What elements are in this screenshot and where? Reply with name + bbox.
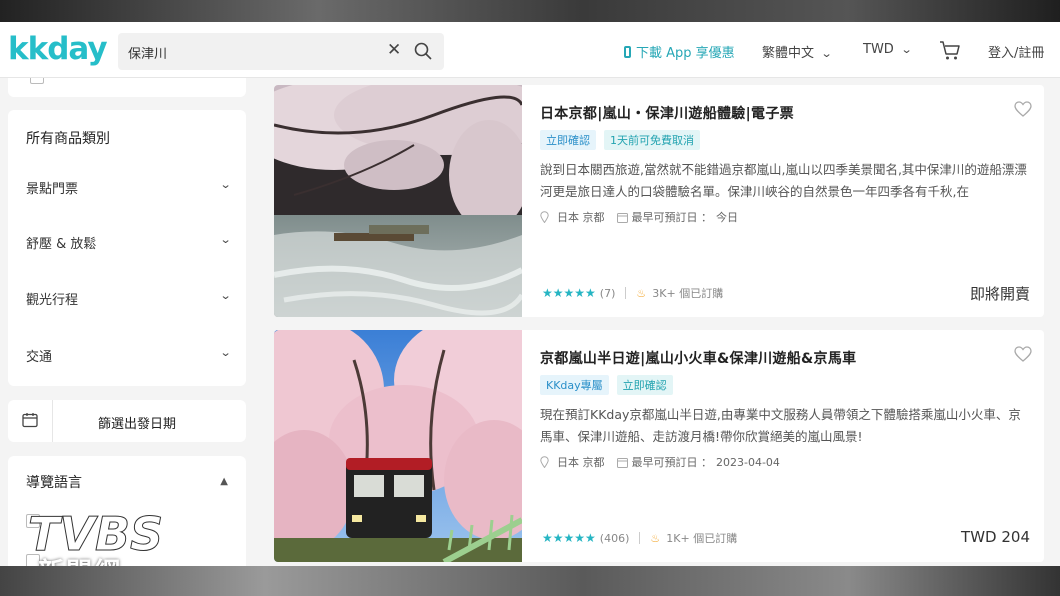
chevron-down-icon: ⌄ <box>900 43 913 56</box>
chevron-down-icon: ⌄ <box>219 233 232 246</box>
sidebar-item-label: 交通 <box>26 350 53 365</box>
product-title[interactable]: 京都嵐山半日遊|嵐山小火車&保津川遊船&京馬車 <box>540 348 856 368</box>
date-filter-label: 篩選出發日期 <box>98 417 177 432</box>
photo-edge-top <box>0 0 1060 22</box>
phone-icon <box>624 46 631 58</box>
close-icon[interactable]: ✕ <box>387 40 401 60</box>
sidebar-item-tours[interactable]: 觀光行程 ⌄ <box>26 289 232 308</box>
search-icon[interactable] <box>414 42 432 60</box>
chevron-down-icon: ⌄ <box>219 289 232 302</box>
watermark-name: 新聞網 <box>38 552 122 566</box>
star-rating-icon: ★★★★★ <box>542 531 596 545</box>
review-count: (406) <box>599 531 630 545</box>
divider <box>639 532 641 544</box>
kkday-logo[interactable]: kkday <box>8 31 108 67</box>
chevron-down-icon: ⌄ <box>219 178 232 191</box>
earliest-date-label: 最早可預訂日 ： <box>631 211 713 224</box>
category-panel: 所有商品類別 景點門票 ⌄ 舒壓 & 放鬆 ⌄ 觀光行程 ⌄ 交通 ⌄ <box>8 110 246 386</box>
chevron-down-icon: ⌄ <box>820 47 833 60</box>
language-selector[interactable]: 繁體中文 ⌄ <box>762 42 833 61</box>
search-input[interactable] <box>128 42 378 62</box>
language-label: 繁體中文 <box>762 46 815 61</box>
product-rating: ★★★★★ (7) ♨ 3K+ 個已訂購 <box>542 285 723 301</box>
tag-kkday-exclusive: KKday專屬 <box>540 375 609 395</box>
product-image-sagano-train[interactable] <box>274 330 522 562</box>
sidebar-item-attractions[interactable]: 景點門票 ⌄ <box>26 178 232 197</box>
product-card[interactable]: 京都嵐山半日遊|嵐山小火車&保津川遊船&京馬車 KKday專屬 立即確認 現在預… <box>274 330 1044 562</box>
sidebar-item-relax[interactable]: 舒壓 & 放鬆 ⌄ <box>26 233 232 252</box>
earliest-date-value: 2023-04-04 <box>716 455 780 469</box>
fire-icon: ♨ <box>650 531 661 545</box>
sidebar-item-label: 觀光行程 <box>26 293 79 308</box>
location-pin-icon <box>540 211 549 223</box>
heart-icon[interactable] <box>1014 101 1032 117</box>
sidebar-item-label: 舒壓 & 放鬆 <box>26 237 97 252</box>
checkbox[interactable] <box>30 78 44 84</box>
divider <box>625 287 627 299</box>
calendar-icon <box>616 457 628 468</box>
product-rating: ★★★★★ (406) ♨ 1K+ 個已訂購 <box>542 530 737 546</box>
top-header: kkday ✕ 下載 App 享優惠 繁體中文 ⌄ TWD ⌄ 登入/註冊 <box>0 22 1060 78</box>
download-app-label: 下載 App 享優惠 <box>636 46 735 61</box>
earliest-date-value: 今日 <box>716 211 738 224</box>
fire-icon: ♨ <box>636 286 647 300</box>
star-rating-icon: ★★★★★ <box>542 286 596 300</box>
collapse-up-icon[interactable]: ▲ <box>220 476 228 487</box>
booked-count: 1K+ 個已訂購 <box>666 532 738 545</box>
cart-icon[interactable] <box>939 39 961 61</box>
booked-count: 3K+ 個已訂購 <box>652 287 724 300</box>
review-count: (7) <box>599 286 616 300</box>
product-card[interactable]: 日本京都|嵐山・保津川遊船體驗|電子票 立即確認 1天前可免費取消 說到日本關西… <box>274 85 1044 317</box>
login-link[interactable]: 登入/註冊 <box>988 42 1044 61</box>
sidebar-item-transport[interactable]: 交通 ⌄ <box>26 346 232 365</box>
photo-edge-bottom <box>0 566 1060 596</box>
product-description: 現在預訂KKday京都嵐山半日遊,由專業中文服務人員帶領之下體驗搭乘嵐山小火車、… <box>540 407 1021 444</box>
location-text: 日本 京都 <box>557 456 605 469</box>
date-filter-button[interactable]: 篩選出發日期 <box>8 400 246 442</box>
category-panel-title: 所有商品類別 <box>26 131 110 147</box>
currency-label: TWD <box>863 42 894 57</box>
tag-free-cancel: 1天前可免費取消 <box>604 130 700 150</box>
download-app-link[interactable]: 下載 App 享優惠 <box>624 42 735 61</box>
location-pin-icon <box>540 456 549 468</box>
sidebar-item-label: 景點門票 <box>26 182 79 197</box>
chevron-down-icon: ⌄ <box>219 346 232 359</box>
product-price: 即將開賣 <box>969 285 1030 303</box>
search-box[interactable]: ✕ <box>118 33 444 70</box>
product-price: TWD 204 <box>961 528 1030 546</box>
browser-screen: kkday ✕ 下載 App 享優惠 繁體中文 ⌄ TWD ⌄ 登入/註冊 <box>0 22 1060 566</box>
currency-selector[interactable]: TWD ⌄ <box>863 42 913 57</box>
heart-icon[interactable] <box>1014 346 1032 362</box>
calendar-icon <box>22 413 38 428</box>
calendar-icon <box>616 212 628 223</box>
product-description: 說到日本關西旅遊,當然就不能錯過京都嵐山,嵐山以四季美景聞名,其中保津川的遊船漂… <box>540 162 1027 199</box>
sidebar-filter-top <box>8 78 246 97</box>
earliest-date-label: 最早可預訂日 ： <box>631 456 713 469</box>
divider <box>52 400 53 442</box>
tag-list: 立即確認 1天前可免費取消 <box>540 130 700 150</box>
product-meta: 日本 京都 最早可預訂日 ： 今日 <box>540 209 738 225</box>
tag-instant-confirm: 立即確認 <box>616 375 673 395</box>
product-image-cherry-blossom-river[interactable] <box>274 85 522 317</box>
product-title[interactable]: 日本京都|嵐山・保津川遊船體驗|電子票 <box>540 103 794 123</box>
tag-instant-confirm: 立即確認 <box>540 130 596 150</box>
location-text: 日本 京都 <box>557 211 605 224</box>
tag-list: KKday專屬 立即確認 <box>540 375 673 395</box>
product-meta: 日本 京都 最早可預訂日 ： 2023-04-04 <box>540 454 780 470</box>
